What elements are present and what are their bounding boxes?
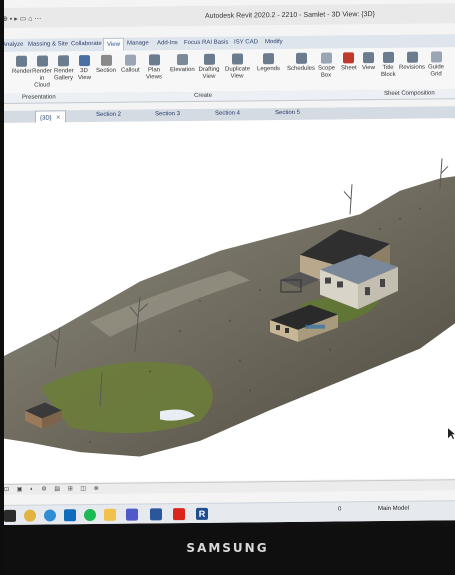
spotify-icon[interactable] [84, 508, 96, 522]
workset-selector[interactable]: Main Model [378, 506, 409, 512]
edge-icon[interactable] [44, 509, 56, 522]
drafting-icon [203, 53, 215, 65]
panel-label-sheet-composition: Sheet Composition [384, 90, 435, 97]
callout-icon [124, 54, 136, 66]
tab-massing-site[interactable]: Massing & Site [28, 41, 68, 47]
schedule-icon [295, 52, 307, 64]
mouse-cursor [448, 428, 455, 440]
title-block-button[interactable]: Title Block [381, 51, 396, 79]
tab-focus-rai-basis[interactable]: Focus RAI Basis [184, 40, 228, 46]
section-icon [100, 54, 112, 66]
3d-viewport[interactable] [0, 118, 455, 483]
3d-view-button[interactable]: 3D View [78, 55, 91, 82]
quick-access-toolbar[interactable]: ⊕ ▪ ▸ ▭ ⌂ ⋯ [2, 15, 41, 23]
view-tab-section-3[interactable]: Section 3 [155, 111, 180, 117]
window-title: Autodesk Revit 2020.2 - 2210 - Samlet - … [205, 11, 375, 20]
word-icon[interactable] [150, 508, 162, 521]
point-cloud-scene [0, 158, 455, 457]
revisions-button[interactable]: Revisions [399, 51, 425, 72]
teapot-icon [16, 55, 28, 67]
file-explorer-icon[interactable] [104, 508, 116, 521]
cloud-teapot-icon [36, 55, 48, 67]
ribbon-panel: Render Render in Cloud Render Gallery 3D… [0, 47, 455, 95]
tab-collaborate[interactable]: Collaborate [71, 41, 102, 47]
callout-button[interactable]: Callout [121, 54, 140, 75]
schedules-button[interactable]: Schedules [287, 52, 315, 73]
view-tab-section-5[interactable]: Section 5 [275, 110, 300, 116]
elevation-icon [176, 54, 188, 66]
panel-label-presentation: Presentation [22, 94, 56, 101]
tab-analyze[interactable]: Analyze [2, 42, 23, 48]
title-bar: ⊕ ▪ ▸ ▭ ⌂ ⋯ Autodesk Revit 2020.2 - 2210… [0, 3, 455, 28]
duplicate-icon [231, 53, 243, 65]
title-block-icon [382, 51, 394, 63]
legends-button[interactable]: Legends [257, 53, 280, 73]
sheet-button[interactable]: Sheet [341, 52, 357, 72]
sheet-icon [343, 52, 355, 64]
render-gallery-button[interactable]: Render Gallery [54, 55, 74, 82]
gallery-icon [57, 55, 69, 67]
view-button[interactable]: View [362, 52, 375, 72]
legend-icon [263, 53, 275, 65]
view-icon [362, 52, 374, 64]
scope-box-button[interactable]: Scope Box [318, 52, 335, 80]
view-tab-section-2[interactable]: Section 2 [96, 112, 121, 118]
revit-icon[interactable]: R [196, 507, 208, 520]
outlook-icon[interactable] [64, 509, 76, 522]
render-in-cloud-button[interactable]: Render in Cloud [32, 55, 52, 89]
tab-isy-cad[interactable]: ISY CAD [234, 39, 258, 45]
drafting-view-button[interactable]: Drafting View [198, 53, 220, 81]
elevation-button[interactable]: Elevation [170, 54, 195, 74]
monitor-brand-logo: SAMSUNG [186, 541, 269, 555]
panel-label-create: Create [194, 92, 213, 99]
revisions-icon [406, 51, 418, 63]
view-control-icons[interactable]: ⊡ ▣ ◐ ⚙ ▤ ⊞ ◫ ⊗ [4, 485, 102, 493]
close-icon[interactable]: ✕ [56, 115, 61, 121]
tab-manage[interactable]: Manage [127, 40, 149, 46]
scope-box-icon [320, 52, 332, 64]
teams-icon[interactable] [126, 508, 138, 521]
guide-grid-icon [430, 51, 442, 63]
tab-add-ins[interactable]: Add-Ins [157, 40, 178, 46]
tab-modify[interactable]: Modify [265, 39, 283, 45]
view-tab-section-4[interactable]: Section 4 [215, 110, 240, 116]
revit-window: ⊕ ▪ ▸ ▭ ⌂ ⋯ Autodesk Revit 2020.2 - 2210… [0, 0, 455, 525]
duplicate-view-button[interactable]: Duplicate View [225, 53, 250, 80]
house-3d-icon [78, 55, 90, 67]
windows-start-icon[interactable] [4, 509, 16, 522]
view-tab-3d[interactable]: {3D} ✕ [35, 110, 66, 123]
plan-icon [148, 54, 160, 66]
bezel-left-edge [0, 0, 4, 575]
status-coord: 0 [338, 506, 342, 513]
chrome-icon[interactable] [24, 509, 36, 522]
plan-views-button[interactable]: Plan Views [146, 54, 162, 81]
guide-grid-button[interactable]: Guide Grid [428, 51, 444, 78]
tab-view[interactable]: View [103, 37, 124, 51]
acrobat-icon[interactable] [173, 508, 185, 521]
section-button[interactable]: Section [96, 54, 116, 75]
render-button[interactable]: Render [12, 55, 32, 76]
